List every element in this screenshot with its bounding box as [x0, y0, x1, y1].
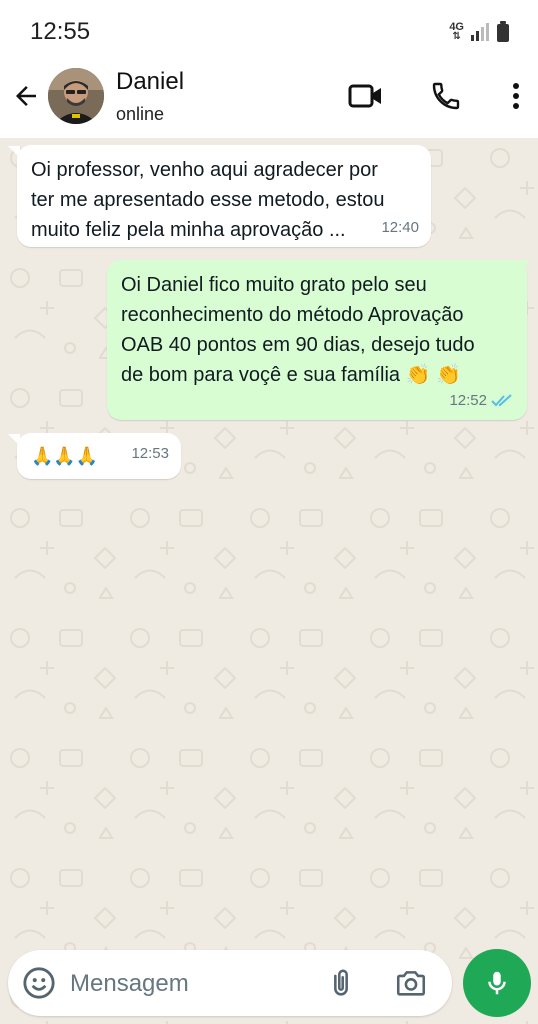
message-bubble-incoming[interactable]: 🙏🙏🙏 12:53: [17, 433, 181, 479]
emoji-button[interactable]: [22, 966, 56, 1000]
message-meta: 12:53: [131, 439, 169, 469]
battery-icon: [497, 21, 509, 42]
read-receipt-icon: [491, 394, 512, 407]
emoji-icon: [23, 967, 55, 999]
voice-message-button[interactable]: [463, 949, 531, 1017]
camera-icon: [396, 971, 426, 996]
message-text: Oi professor, venho aqui agradecer por t…: [31, 159, 385, 241]
message-text: Oi Daniel fico muito grato pelo seu reco…: [121, 274, 475, 386]
message-time: 12:53: [131, 445, 169, 462]
message-meta: 12:40: [381, 213, 419, 243]
arrow-left-icon: [16, 86, 36, 106]
avatar-image: [48, 68, 104, 124]
video-call-button[interactable]: [346, 76, 386, 116]
message-input[interactable]: Mensagem: [70, 970, 189, 998]
voice-call-button[interactable]: [426, 76, 466, 116]
data-arrows-icon: ⇅: [452, 31, 461, 42]
signal-icon: [471, 23, 489, 41]
contact-status: online: [116, 104, 165, 124]
phone-icon: [432, 82, 460, 110]
contact-name[interactable]: Daniel: [116, 68, 184, 96]
message-bubble-incoming[interactable]: Oi professor, venho aqui agradecer por t…: [17, 145, 431, 247]
status-bar: 12:55 4G ⇅: [0, 0, 538, 62]
microphone-icon: [488, 971, 506, 995]
message-time: 12:40: [381, 219, 419, 236]
status-icons: 4G ⇅: [449, 18, 510, 46]
status-time: 12:55: [30, 18, 91, 45]
paperclip-icon: [334, 969, 348, 996]
back-button[interactable]: [8, 78, 44, 114]
more-options-button[interactable]: [496, 76, 536, 116]
attach-button[interactable]: [324, 966, 358, 1000]
camera-button[interactable]: [394, 966, 428, 1000]
avatar[interactable]: [48, 68, 104, 124]
message-composer: Mensagem: [8, 950, 452, 1016]
video-call-icon: [348, 84, 381, 108]
network-indicator: 4G ⇅: [449, 22, 464, 42]
message-time: 12:52: [449, 392, 487, 409]
message-bubble-outgoing[interactable]: Oi Daniel fico muito grato pelo seu reco…: [107, 260, 527, 420]
chat-area[interactable]: Oi professor, venho aqui agradecer por t…: [0, 138, 538, 1024]
message-meta: 12:52: [449, 386, 515, 416]
chat-header: Daniel online: [0, 62, 538, 138]
more-vertical-icon: [513, 83, 519, 109]
